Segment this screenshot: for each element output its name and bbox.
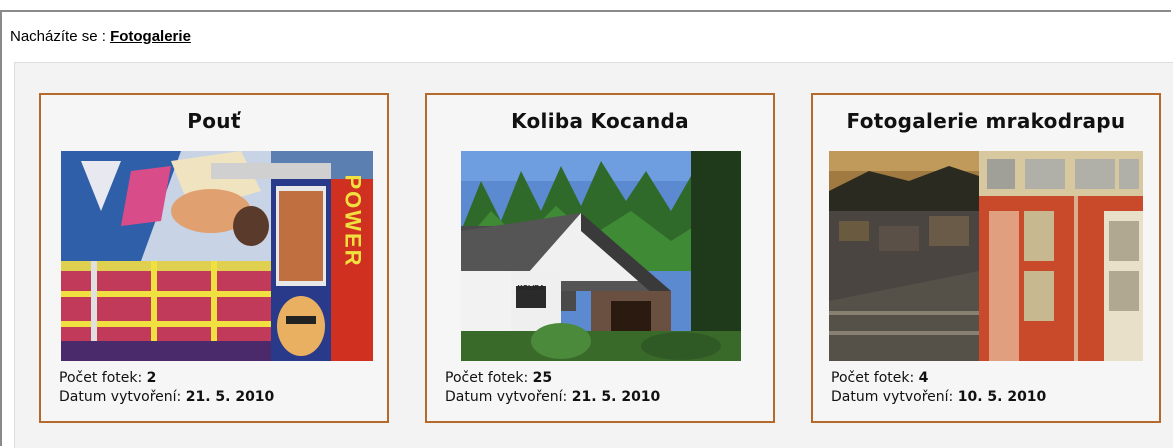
photo-count-value: 4 [918,370,929,386]
koliba-sign-text: KOLIBA [518,285,545,292]
created-date-line: Datum vytvoření: 21. 5. 2010 [59,388,274,407]
breadcrumb: Nacházíte se : Fotogalerie [10,28,191,45]
photo-count-label: Počet fotek: [831,370,919,386]
created-date-value: 21. 5. 2010 [185,389,275,405]
gallery-title[interactable]: Koliba Kocanda [427,109,773,133]
gallery-meta: Počet fotek: 4 Datum vytvoření: 10. 5. 2… [831,369,1046,407]
gallery-card-fotogalerie-mrakodrapu[interactable]: Fotogalerie mrakodrapu Počet fotek: 4 Da… [811,93,1161,423]
breadcrumb-link-fotogalerie[interactable]: Fotogalerie [110,28,191,45]
gallery-thumbnail-koliba-kocanda[interactable]: KOLIBA [461,151,741,361]
created-date-line: Datum vytvoření: 21. 5. 2010 [445,388,660,407]
gallery-card-pout[interactable]: Pouť POWER Počet fotek: 2 Datum vytvořen… [39,93,389,423]
photo-count-line: Počet fotek: 2 [59,369,274,388]
power-sign-text: POWER [341,174,366,267]
created-date-label: Datum vytvoření: [59,389,186,405]
photo-count-label: Počet fotek: [445,370,533,386]
created-date-value: 10. 5. 2010 [957,389,1047,405]
photo-count-value: 25 [532,370,553,386]
photo-count-line: Počet fotek: 4 [831,369,1046,388]
created-date-label: Datum vytvoření: [445,389,572,405]
gallery-title[interactable]: Pouť [41,109,387,133]
photo-count-line: Počet fotek: 25 [445,369,660,388]
photo-count-label: Počet fotek: [59,370,147,386]
photo-count-value: 2 [146,370,157,386]
fairground-ride-photo: POWER [61,151,373,361]
page-frame: Nacházíte se : Fotogalerie Pouť POWER Po… [0,10,1173,448]
created-date-line: Datum vytvoření: 10. 5. 2010 [831,388,1046,407]
skyscraper-photo [829,151,1143,361]
gallery-thumbnail-pout[interactable]: POWER [61,151,373,361]
created-date-label: Datum vytvoření: [831,389,958,405]
gallery-card-koliba-kocanda[interactable]: Koliba Kocanda KOLIBA Počet fotek: 25 Da… [425,93,775,423]
gallery-title[interactable]: Fotogalerie mrakodrapu [813,109,1159,133]
gallery-list: Pouť POWER Počet fotek: 2 Datum vytvořen… [14,62,1173,448]
gallery-thumbnail-fotogalerie-mrakodrapu[interactable] [829,151,1143,361]
gallery-meta: Počet fotek: 2 Datum vytvoření: 21. 5. 2… [59,369,274,407]
created-date-value: 21. 5. 2010 [571,389,661,405]
wooden-lodge-photo: KOLIBA [461,151,741,361]
gallery-meta: Počet fotek: 25 Datum vytvoření: 21. 5. … [445,369,660,407]
breadcrumb-prefix: Nacházíte se : [10,28,111,45]
